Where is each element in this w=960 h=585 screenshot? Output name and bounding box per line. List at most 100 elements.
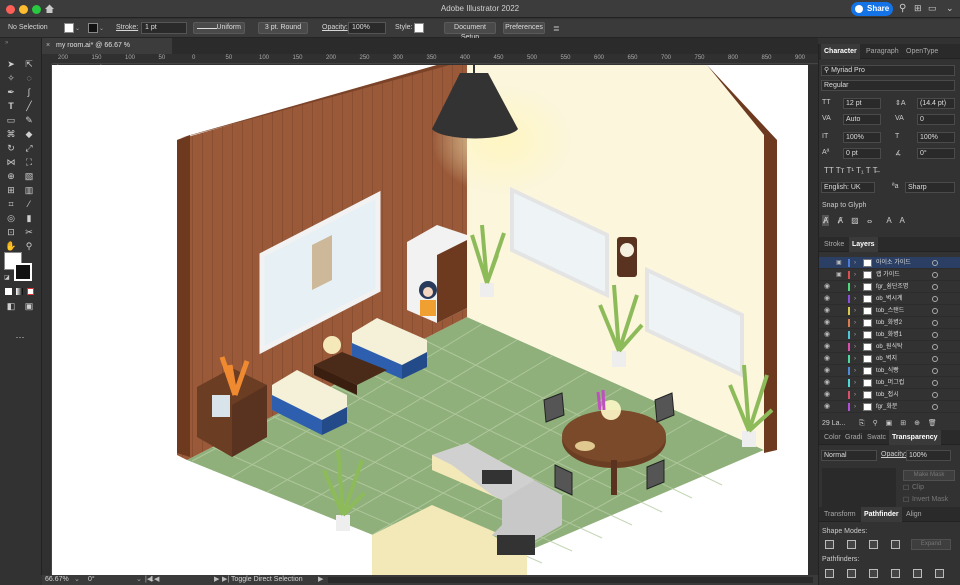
visibility-eye-icon[interactable]: ◉ bbox=[824, 401, 830, 413]
export-icon[interactable]: ⎘ bbox=[859, 420, 865, 427]
visibility-eye-icon[interactable]: ◉ bbox=[824, 365, 830, 377]
character-rotation-field[interactable]: 0° bbox=[917, 148, 955, 159]
preferences-button[interactable]: Preferences bbox=[503, 22, 545, 34]
new-layer-icon[interactable]: ⊕ bbox=[914, 420, 920, 427]
collapse-toolbar-icon[interactable]: » bbox=[5, 40, 8, 46]
workspace-switcher-icon[interactable]: ▭ bbox=[928, 3, 937, 14]
horizontal-scale-field[interactable]: 100% bbox=[917, 132, 955, 143]
clip-checkbox[interactable]: ☐ bbox=[903, 484, 909, 492]
stroke-label[interactable]: Stroke: bbox=[116, 24, 138, 31]
merge-icon[interactable] bbox=[869, 569, 878, 578]
divide-icon[interactable] bbox=[825, 569, 834, 578]
layer-name[interactable]: tob_화병2 bbox=[876, 317, 902, 329]
layer-name[interactable]: tob_식빵 bbox=[876, 365, 899, 377]
artboard-number-field[interactable]: 1 bbox=[150, 575, 154, 585]
target-circle-icon[interactable] bbox=[932, 392, 938, 398]
share-button[interactable]: Share bbox=[851, 2, 893, 16]
arrange-documents-icon[interactable]: ⊞ bbox=[914, 3, 922, 14]
tab-paragraph[interactable]: Paragraph bbox=[863, 44, 902, 59]
pen-tool-icon[interactable]: ✒ bbox=[5, 86, 17, 98]
free-transform-tool-icon[interactable]: ⛶ bbox=[23, 156, 35, 168]
visibility-eye-icon[interactable]: ◉ bbox=[824, 341, 830, 353]
expand-arrow-icon[interactable]: › bbox=[854, 305, 856, 317]
tab-transform[interactable]: Transform bbox=[821, 507, 859, 522]
expand-arrow-icon[interactable]: › bbox=[854, 377, 856, 389]
minus-front-icon[interactable] bbox=[847, 540, 856, 549]
trim-icon[interactable] bbox=[847, 569, 856, 578]
draw-mode-icon[interactable]: ◧ bbox=[5, 300, 17, 312]
layer-row[interactable]: ◉ › tob_화병2 bbox=[819, 317, 960, 329]
visibility-eye-icon[interactable]: ◉ bbox=[824, 317, 830, 329]
layer-row[interactable]: ◉ › tob_화병1 bbox=[819, 329, 960, 341]
blend-tool-icon[interactable]: ◎ bbox=[5, 212, 17, 224]
document-tab[interactable]: × my room.ai* @ 66.67 % (RGB/Preview) bbox=[42, 38, 172, 65]
visibility-eye-icon[interactable]: ◉ bbox=[824, 389, 830, 401]
opacity-field[interactable]: 100% bbox=[348, 22, 386, 34]
rotation-dropdown-icon[interactable]: ⌄ bbox=[136, 575, 142, 585]
width-tool-icon[interactable]: ⋈ bbox=[5, 156, 17, 168]
new-sublayer-icon[interactable]: ⊞ bbox=[900, 420, 906, 427]
baseline-shift-field[interactable]: 0 pt bbox=[843, 148, 881, 159]
tracking-field[interactable]: 0 bbox=[917, 114, 955, 125]
kerning-field[interactable]: Auto bbox=[843, 114, 881, 125]
color-mode-icon[interactable] bbox=[5, 288, 12, 295]
visibility-eye-icon[interactable]: ◉ bbox=[824, 281, 830, 293]
target-circle-icon[interactable] bbox=[932, 296, 938, 302]
layer-row[interactable]: ▣ › 랩 가이드 bbox=[819, 269, 960, 281]
layer-row[interactable]: ◉ › ob_원식탁 bbox=[819, 341, 960, 353]
layer-name[interactable]: tob_스탠드 bbox=[876, 305, 904, 317]
artboard-canvas[interactable] bbox=[52, 65, 808, 575]
leading-field[interactable]: (14.4 pt) bbox=[917, 98, 955, 109]
expand-arrow-icon[interactable]: › bbox=[854, 329, 856, 341]
shaper-tool-icon[interactable]: ⌘ bbox=[5, 128, 17, 140]
layer-name[interactable]: ob_벽지 bbox=[876, 353, 897, 365]
live-paint-tool-icon[interactable]: ▧ bbox=[23, 170, 35, 182]
visibility-eye-icon[interactable]: ◉ bbox=[824, 305, 830, 317]
outline-icon[interactable] bbox=[913, 569, 922, 578]
font-family-field[interactable]: ⚲ Myriad Pro bbox=[821, 65, 955, 76]
layers-list[interactable]: ▣ › 아이소 가이드 ▣ › 랩 가이드 ◉ › fgr_쉼단조명 ◉ › ob_벽시계 ◉ › tob_… bbox=[819, 257, 960, 414]
close-tab-icon[interactable]: × bbox=[46, 38, 50, 54]
expand-arrow-icon[interactable]: › bbox=[854, 257, 856, 269]
layer-name[interactable]: 랩 가이드 bbox=[876, 269, 900, 281]
minus-back-icon[interactable] bbox=[935, 569, 944, 578]
stroke-weight-field[interactable]: 1 pt bbox=[141, 22, 187, 34]
tab-layers[interactable]: Layers bbox=[849, 237, 878, 252]
layer-row[interactable]: ◉ › ob_벽시계 bbox=[819, 293, 960, 305]
line-tool-icon[interactable]: ╱ bbox=[23, 100, 35, 112]
opacity-label[interactable]: Opacity: bbox=[322, 24, 348, 31]
layer-row[interactable]: ◉ › tob_식빵 bbox=[819, 365, 960, 377]
expand-arrow-icon[interactable]: › bbox=[854, 281, 856, 293]
blend-mode-field[interactable]: Normal bbox=[821, 450, 877, 461]
magic-wand-icon[interactable]: ✧ bbox=[5, 72, 17, 84]
snap-anchor-icon[interactable]: A bbox=[900, 216, 905, 225]
zoom-dropdown-icon[interactable]: ⌄ bbox=[74, 575, 80, 585]
lock-icon[interactable]: ▣ bbox=[836, 269, 842, 281]
rectangle-tool-icon[interactable]: ▭ bbox=[5, 114, 17, 126]
target-circle-icon[interactable] bbox=[932, 380, 938, 386]
snap-angular-icon[interactable]: A bbox=[886, 216, 891, 225]
antialias-field[interactable]: Sharp bbox=[905, 182, 955, 193]
expand-arrow-icon[interactable]: › bbox=[854, 389, 856, 401]
shape-builder-tool-icon[interactable]: ⊕ bbox=[5, 170, 17, 182]
horizontal-ruler[interactable]: 200 150 100 50 0 50 100 150 200 250 300 350 400 450 50… bbox=[52, 54, 818, 64]
expand-button[interactable]: Expand bbox=[911, 539, 951, 550]
layer-row[interactable]: ▣ › 아이소 가이드 bbox=[819, 257, 960, 269]
vertical-scale-field[interactable]: 100% bbox=[843, 132, 881, 143]
font-style-field[interactable]: Regular bbox=[821, 80, 955, 91]
stroke-color-box[interactable] bbox=[14, 263, 32, 281]
transparency-opacity-label[interactable]: Opacity: bbox=[881, 451, 907, 458]
default-colors-icon[interactable]: ◪ bbox=[4, 274, 10, 281]
variable-width-profile[interactable]: Uniform bbox=[193, 22, 245, 34]
layer-name[interactable]: ob_벽시계 bbox=[876, 293, 903, 305]
previous-artboard-icon[interactable]: ◀ bbox=[154, 575, 159, 585]
visibility-eye-icon[interactable]: ◉ bbox=[824, 377, 830, 389]
eyedropper-tool-icon[interactable]: ⁄ bbox=[23, 198, 35, 210]
expand-arrow-icon[interactable]: › bbox=[854, 317, 856, 329]
target-circle-icon[interactable] bbox=[932, 308, 938, 314]
intersect-icon[interactable] bbox=[869, 540, 878, 549]
delete-layer-icon[interactable]: 🗑 bbox=[928, 420, 937, 427]
layer-row[interactable]: ◉ › ob_벽지 bbox=[819, 353, 960, 365]
search-icon[interactable]: ⚲ bbox=[899, 3, 906, 14]
workspace-menu-icon[interactable]: ⌄ bbox=[946, 3, 954, 14]
